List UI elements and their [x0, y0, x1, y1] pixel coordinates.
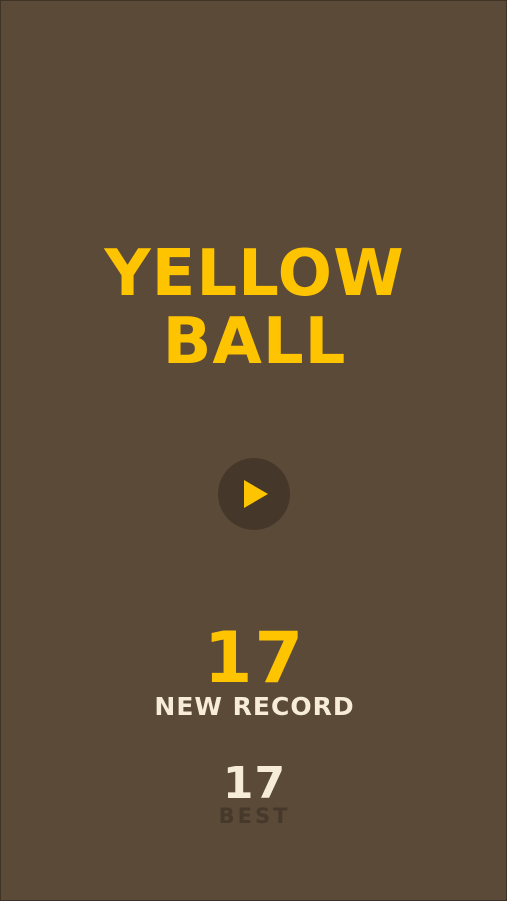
game-title-line-2: BALL [162, 305, 347, 379]
new-record-label: NEW RECORD [154, 692, 355, 721]
game-title-line-1: YELLOW [104, 237, 405, 311]
game-screen: YELLOW BALL 17 NEW RECORD 17 BEST [0, 0, 507, 901]
best-score: 17 [222, 758, 287, 809]
best-score-label: BEST [218, 804, 291, 828]
current-score: 17 [203, 617, 306, 699]
play-button[interactable] [218, 458, 290, 530]
play-icon [244, 480, 268, 508]
